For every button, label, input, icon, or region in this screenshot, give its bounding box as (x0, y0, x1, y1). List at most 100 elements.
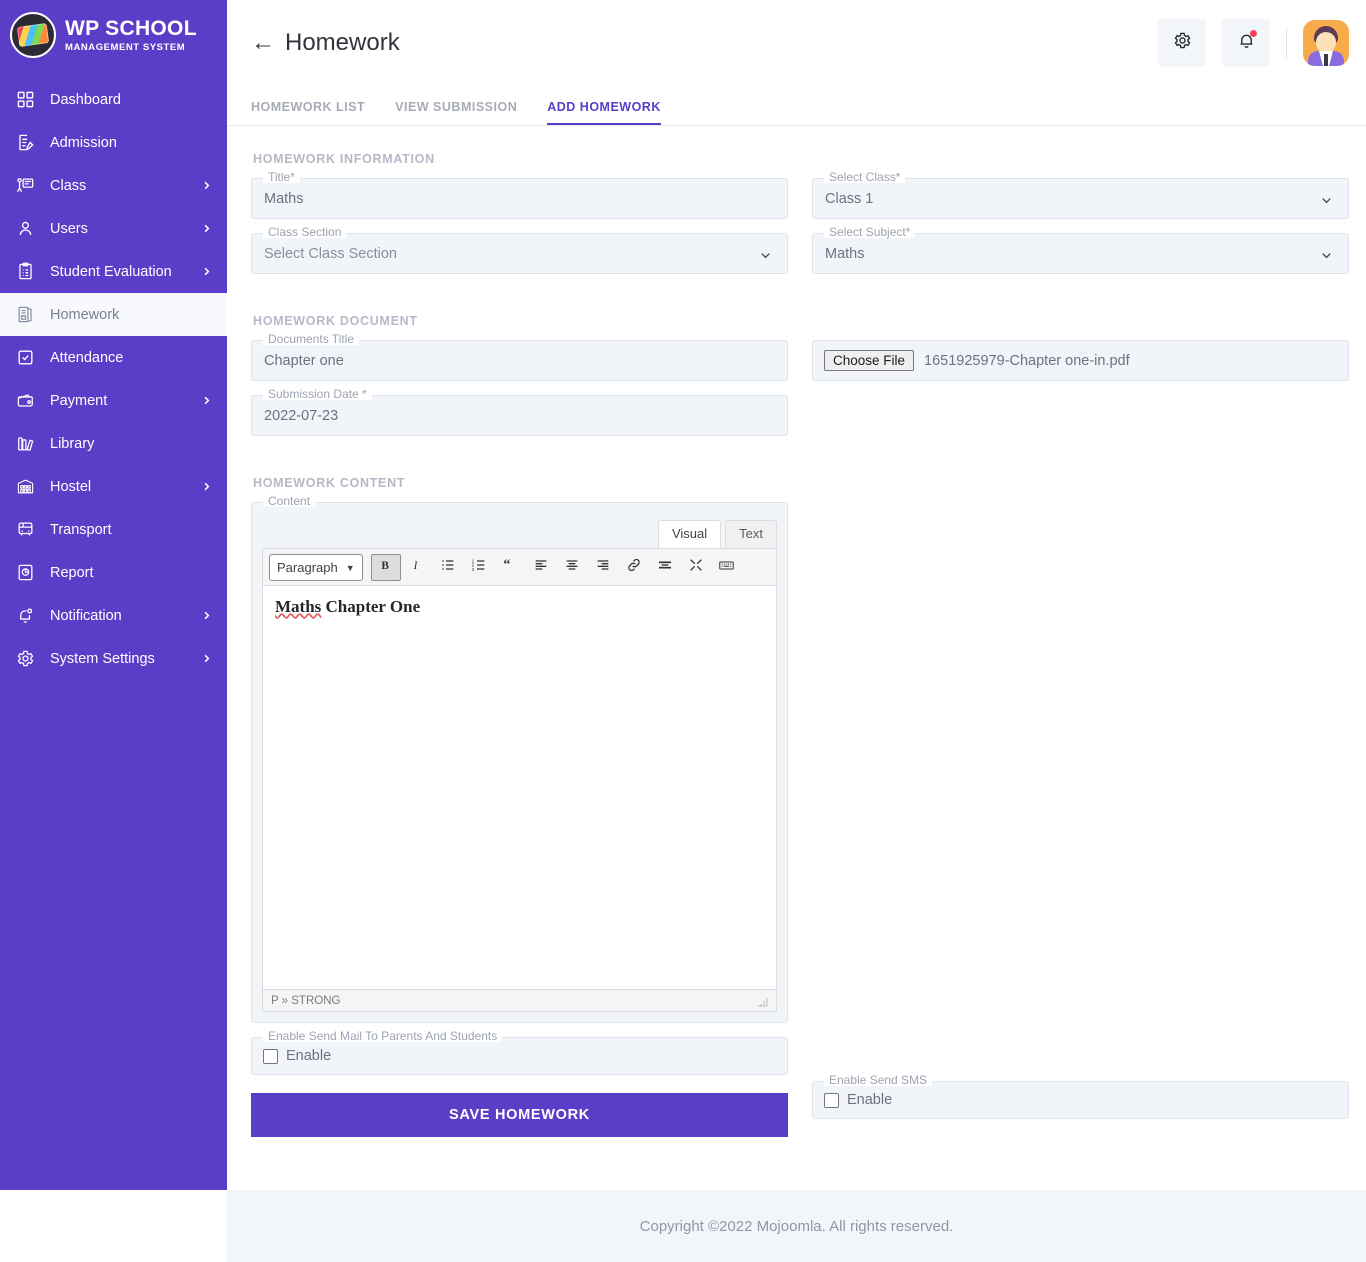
align-right-button[interactable] (588, 554, 618, 581)
brand-subtitle: MANAGEMENT SYSTEM (65, 41, 186, 53)
content-editor-label: Content (263, 495, 316, 507)
sidebar-item-hostel[interactable]: Hostel (0, 465, 227, 508)
bulleted-list-button[interactable] (433, 554, 463, 581)
sidebar-nav: Dashboard Admission Class Users Student … (0, 78, 227, 680)
tab-view-submission[interactable]: VIEW SUBMISSION (395, 100, 517, 125)
sidebar-item-attendance[interactable]: Attendance (0, 336, 227, 379)
documents-title-label: Documents Title (263, 333, 360, 345)
sidebar-item-system-settings[interactable]: System Settings (0, 637, 227, 680)
sidebar-item-payment[interactable]: Payment (0, 379, 227, 422)
editor-tab-text[interactable]: Text (725, 520, 777, 548)
brand-logo-block[interactable]: WP SCHOOL MANAGEMENT SYSTEM (0, 0, 227, 72)
editor-body[interactable]: Maths Chapter One (262, 585, 777, 990)
enable-sms-field: Enable Send SMS Enable (812, 1074, 1349, 1119)
title-field[interactable]: Title* Maths (251, 171, 788, 219)
sidebar-item-users[interactable]: Users (0, 207, 227, 250)
sidebar-item-transport[interactable]: Transport (0, 508, 227, 551)
select-subject-value: Maths (825, 245, 865, 262)
insert-link-button[interactable] (619, 554, 649, 581)
sidebar-item-label: Hostel (50, 478, 92, 495)
sidebar-item-label: Notification (50, 607, 122, 624)
clipboard-list-icon (14, 261, 36, 283)
read-more-icon (657, 557, 673, 578)
align-left-button[interactable] (526, 554, 556, 581)
enable-sms-checkbox[interactable]: Enable (824, 1092, 892, 1108)
chevron-right-icon (199, 395, 213, 406)
class-section-select[interactable]: Class Section Select Class Section (251, 226, 788, 274)
enable-mail-field: Enable Send Mail To Parents And Students… (251, 1030, 788, 1075)
col-right-2: Choose File 1651925979-Chapter one-in.pd… (812, 340, 1349, 450)
chevron-right-icon (199, 653, 213, 664)
enable-mail-label: Enable Send Mail To Parents And Students (263, 1030, 503, 1042)
topbar-divider (1286, 28, 1287, 58)
sidebar-item-student-evaluation[interactable]: Student Evaluation (0, 250, 227, 293)
blockquote-button[interactable]: “ (495, 554, 525, 581)
align-left-icon (533, 557, 549, 578)
enable-sms-label: Enable Send SMS (824, 1074, 933, 1086)
chevron-right-icon (199, 223, 213, 234)
sidebar-item-library[interactable]: Library (0, 422, 227, 465)
choose-file-button[interactable]: Choose File (824, 350, 915, 371)
spellcheck-word: Maths (275, 597, 322, 616)
align-right-icon (595, 557, 611, 578)
enable-mail-checkbox-label: Enable (286, 1048, 332, 1064)
row-document: Documents Title Chapter one Submission D… (251, 333, 1349, 450)
editor-paragraph-rest: Chapter One (321, 597, 421, 616)
align-center-button[interactable] (557, 554, 587, 581)
sidebar-item-label: Payment (50, 392, 108, 409)
enable-mail-checkbox[interactable]: Enable (263, 1048, 331, 1064)
page-title-text: Homework (285, 29, 400, 56)
section-title-homework-document: HOMEWORK DOCUMENT (253, 314, 418, 328)
chevron-right-icon (199, 481, 213, 492)
italic-button[interactable]: I (402, 554, 432, 581)
col-right-3: Enable Send SMS Enable (812, 502, 1349, 1161)
file-upload-field[interactable]: Choose File 1651925979-Chapter one-in.pd… (812, 340, 1349, 381)
select-subject-dropdown[interactable]: Select Subject* Maths (812, 226, 1349, 274)
paragraph-format-value: Paragraph (277, 560, 338, 575)
page-title: ← Homework (251, 29, 400, 57)
editor-resize-handle[interactable] (756, 995, 768, 1007)
uploaded-file-name: 1651925979-Chapter one-in.pdf (924, 352, 1130, 369)
footer: Copyright ©2022 Mojoomla. All rights res… (227, 1190, 1366, 1262)
chevron-right-icon (199, 266, 213, 277)
sidebar-item-notification[interactable]: Notification (0, 594, 227, 637)
form-content: HOMEWORK INFORMATION Title* Maths Class … (227, 126, 1366, 1262)
bold-button[interactable]: B (370, 554, 401, 581)
app-root: WP SCHOOL MANAGEMENT SYSTEM Dashboard Ad… (0, 0, 1366, 1262)
editor-status-bar: P » STRONG (262, 990, 777, 1012)
bold-icon: B (378, 557, 394, 578)
sidebar-item-admission[interactable]: Admission (0, 121, 227, 164)
user-icon (14, 218, 36, 240)
chevron-right-icon (199, 610, 213, 621)
numbered-list-button[interactable]: 123 (464, 554, 494, 581)
sidebar-item-homework[interactable]: Homework (0, 293, 227, 336)
submission-date-value: 2022-07-23 (264, 407, 339, 424)
tab-add-homework[interactable]: ADD HOMEWORK (547, 100, 661, 125)
svg-text:B: B (381, 560, 389, 572)
submission-date-label: Submission Date * (263, 388, 372, 400)
avatar[interactable] (1303, 20, 1349, 66)
fullscreen-button[interactable] (681, 554, 711, 581)
settings-button[interactable] (1158, 19, 1206, 67)
arrow-left-icon[interactable]: ← (251, 31, 275, 55)
sidebar-item-report[interactable]: Report (0, 551, 227, 594)
select-class-dropdown[interactable]: Select Class* Class 1 (812, 171, 1349, 219)
documents-title-field[interactable]: Documents Title Chapter one (251, 333, 788, 381)
notifications-button[interactable] (1222, 19, 1270, 67)
read-more-button[interactable] (650, 554, 680, 581)
tab-homework-list[interactable]: HOMEWORK LIST (251, 100, 365, 125)
tab-bar: HOMEWORK LIST VIEW SUBMISSION ADD HOMEWO… (227, 86, 1366, 126)
chevron-down-icon: ▼ (345, 562, 355, 573)
sidebar-item-dashboard[interactable]: Dashboard (0, 78, 227, 121)
enable-sms-checkbox-label: Enable (847, 1092, 893, 1108)
keyboard-shortcuts-button[interactable] (712, 554, 742, 581)
paragraph-format-select[interactable]: Paragraph ▼ (269, 554, 363, 581)
select-subject-label: Select Subject* (824, 226, 916, 238)
report-chart-icon (14, 562, 36, 584)
submission-date-field[interactable]: Submission Date * 2022-07-23 (251, 388, 788, 436)
svg-text:“: “ (503, 557, 510, 572)
save-homework-button[interactable]: SAVE HOMEWORK (251, 1093, 788, 1137)
align-center-icon (564, 557, 580, 578)
editor-tab-visual[interactable]: Visual (657, 520, 722, 548)
sidebar-item-class[interactable]: Class (0, 164, 227, 207)
